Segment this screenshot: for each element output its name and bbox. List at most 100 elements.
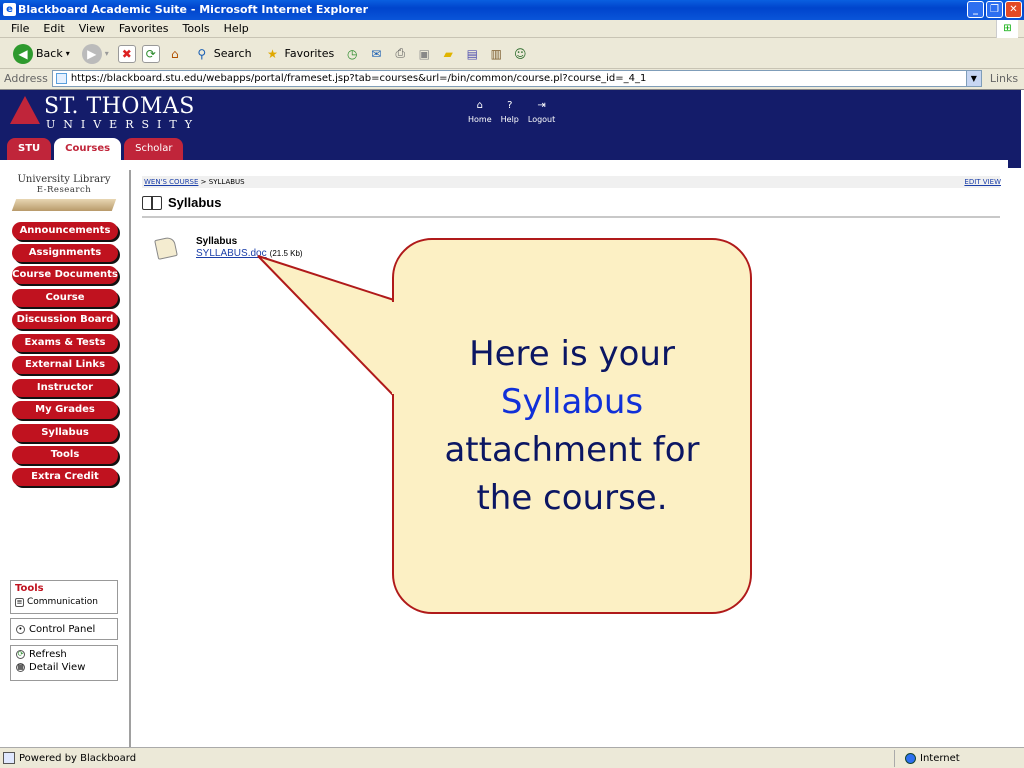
back-label: Back: [36, 47, 63, 60]
edit-view-link[interactable]: EDIT VIEW: [964, 176, 1001, 188]
back-arrow-icon: ◀: [13, 43, 33, 64]
breadcrumb-course-link[interactable]: WEN'S COURSE: [144, 178, 198, 186]
logout-label: Logout: [527, 115, 556, 124]
favorites-button[interactable]: ★ Favorites: [261, 42, 338, 66]
status-text: Powered by Blackboard: [19, 752, 137, 764]
file-size: (21.5 Kb): [269, 249, 303, 258]
logout-link[interactable]: ⇥ Logout: [528, 100, 555, 124]
logo-name: ST. THOMAS: [44, 94, 195, 119]
refresh-icon: ⟳: [16, 650, 25, 659]
course-menu: University Library E-Research Announceme…: [2, 170, 131, 748]
close-button[interactable]: ✕: [1005, 1, 1022, 18]
back-button[interactable]: ◀ Back ▾: [10, 42, 73, 66]
detail-view-link[interactable]: ▦ Detail View: [16, 662, 112, 673]
address-label: Address: [4, 72, 48, 85]
menu-file[interactable]: File: [4, 22, 36, 35]
edit-icon[interactable]: ▣: [415, 45, 433, 63]
book-icon: [142, 195, 162, 210]
address-dropdown[interactable]: ▼: [965, 71, 981, 86]
research-icon[interactable]: ▤: [463, 45, 481, 63]
window-title: Blackboard Academic Suite - Microsoft In…: [18, 3, 369, 16]
messenger-icon[interactable]: ▥: [487, 45, 505, 63]
sidebar-item-my-grades[interactable]: My Grades: [12, 401, 118, 419]
book-icon: [11, 199, 117, 211]
sidebar-item-announcements[interactable]: Announcements: [12, 222, 118, 240]
forward-arrow-icon: ▶: [81, 43, 102, 64]
refresh-link[interactable]: ⟳ Refresh: [16, 649, 112, 660]
page-title-text: Syllabus: [168, 195, 222, 210]
address-input[interactable]: https://blackboard.stu.edu/webapps/porta…: [51, 70, 982, 87]
sidebar-item-external-links[interactable]: External Links: [12, 356, 118, 374]
header-nav: ⌂ Home ? Help ⇥ Logout: [468, 100, 555, 124]
callout-highlight: Syllabus: [500, 382, 644, 422]
window-titlebar: e Blackboard Academic Suite - Microsoft …: [0, 0, 1024, 20]
minimize-button[interactable]: _: [967, 1, 984, 18]
users-icon[interactable]: ☺: [511, 45, 529, 63]
library-title: University Library: [17, 174, 111, 185]
sidebar-item-course-information[interactable]: Course Information: [12, 289, 118, 321]
search-button[interactable]: ⚲ Search: [190, 42, 255, 66]
callout-text-after: attachment for the course.: [444, 430, 700, 518]
print-icon[interactable]: ⎙: [391, 45, 409, 63]
history-icon[interactable]: ◷: [343, 45, 361, 63]
windows-logo-icon: ⊞: [996, 20, 1018, 38]
menu-help[interactable]: Help: [217, 22, 256, 35]
browser-toolbar: ◀ Back ▾ ▶ ▾ ✖ ⟳ ⌂ ⚲ Search ★ Favorites …: [0, 39, 1024, 69]
page-icon: [55, 73, 67, 84]
links-button[interactable]: Links: [990, 72, 1018, 85]
logo-triangle-icon: [10, 96, 40, 124]
sidebar-item-assignments[interactable]: Assignments: [12, 244, 118, 262]
address-bar: Address https://blackboard.stu.edu/webap…: [0, 69, 1024, 88]
stop-icon[interactable]: ✖: [117, 44, 136, 63]
chevron-down-icon: ▾: [104, 49, 109, 58]
window-controls: _ ❐ ✕: [967, 1, 1022, 18]
help-link[interactable]: ? Help: [501, 100, 519, 124]
tab-bar: STU Courses Scholar: [7, 138, 184, 162]
status-zone: Internet: [895, 750, 960, 767]
logo-subtitle: UNIVERSITY: [46, 118, 200, 131]
home-icon: ⌂: [476, 100, 483, 111]
view-panel: ⟳ Refresh ▦ Detail View: [10, 645, 118, 681]
menu-favorites[interactable]: Favorites: [112, 22, 176, 35]
tab-courses[interactable]: Courses: [54, 138, 122, 162]
mail-icon[interactable]: ✉: [367, 45, 385, 63]
syllabus-file-link[interactable]: SYLLABUS.doc: [196, 248, 267, 259]
menu-tools[interactable]: Tools: [176, 22, 217, 35]
forward-button[interactable]: ▶ ▾: [79, 42, 112, 66]
document-icon: [154, 236, 178, 260]
help-label: Help: [500, 115, 519, 124]
sidebar-item-syllabus[interactable]: Syllabus: [12, 424, 118, 442]
menu-edit[interactable]: Edit: [36, 22, 71, 35]
home-icon[interactable]: ⌂: [166, 45, 184, 63]
sidebar-item-extra-credit[interactable]: Extra Credit: [12, 468, 118, 486]
breadcrumb-separator: >: [198, 178, 209, 186]
control-panel-link[interactable]: • Control Panel: [10, 618, 118, 640]
sidebar-item-course-documents[interactable]: Course Documents: [12, 266, 118, 284]
sidebar-item-discussion-board[interactable]: Discussion Board: [12, 311, 118, 329]
tab-stu[interactable]: STU: [7, 138, 52, 160]
ie-icon: e: [3, 3, 16, 16]
home-link[interactable]: ⌂ Home: [468, 100, 492, 124]
callout-text-before: Here is your: [469, 334, 675, 374]
page-status-icon: [3, 752, 15, 764]
library-eresearch-link[interactable]: University Library E-Research: [10, 174, 118, 212]
communication-label: Communication: [27, 597, 98, 607]
search-icon: ⚲: [197, 46, 207, 61]
sidebar-item-instructor[interactable]: Instructor: [12, 379, 118, 397]
home-label: Home: [468, 115, 492, 124]
title-divider: [142, 216, 1000, 218]
sidebar-item-tools[interactable]: Tools: [12, 446, 118, 464]
callout-text: Here is your Syllabus attachment for the…: [422, 330, 722, 522]
help-icon: ?: [507, 100, 513, 111]
detail-view-label: Detail View: [29, 662, 86, 673]
sidebar-item-exams-tests[interactable]: Exams & Tests: [12, 334, 118, 352]
tab-scholar[interactable]: Scholar: [124, 138, 184, 160]
page-title: Syllabus: [142, 195, 221, 210]
control-panel-icon: •: [16, 624, 25, 634]
communication-link[interactable]: ≡ Communication: [15, 597, 113, 607]
maximize-button[interactable]: ❐: [986, 1, 1003, 18]
menu-view[interactable]: View: [72, 22, 112, 35]
folder-icon[interactable]: ▰: [439, 45, 457, 63]
refresh-icon[interactable]: ⟳: [141, 44, 160, 63]
star-icon: ★: [267, 46, 278, 61]
